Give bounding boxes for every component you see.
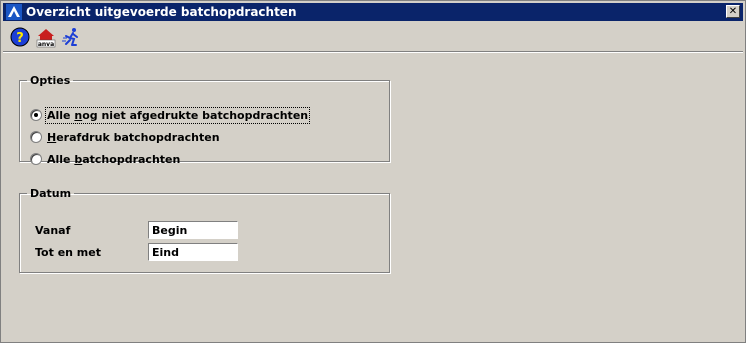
anva-button[interactable]: anva [35, 26, 57, 48]
vanaf-label: Vanaf [35, 224, 71, 237]
datum-legend: Datum [30, 187, 72, 200]
option-not-printed-label: Alle nog niet afgedrukte batchopdrachten [44, 106, 311, 124]
anva-icon: anva [36, 29, 56, 48]
help-icon-label: ? [16, 31, 24, 46]
help-button[interactable]: ? [9, 26, 31, 48]
tot-en-met-input[interactable] [148, 243, 238, 261]
radio-reprint[interactable] [30, 131, 42, 143]
close-button[interactable]: ✕ [726, 5, 740, 18]
app-logo-icon [6, 4, 22, 20]
opties-group: Opties Alle nog niet afgedrukte batchopd… [19, 74, 390, 166]
option-all[interactable]: Alle batchopdrachten [30, 150, 180, 168]
anva-icon-label: anva [38, 41, 54, 48]
option-all-label: Alle batchopdrachten [47, 152, 181, 166]
option-reprint[interactable]: Herafdruk batchopdrachten [30, 128, 220, 146]
option-not-printed[interactable]: Alle nog niet afgedrukte batchopdrachten [30, 106, 311, 124]
radio-all[interactable] [30, 153, 42, 165]
close-icon: ✕ [728, 5, 738, 17]
tot-en-met-label: Tot en met [35, 246, 101, 259]
title-bar[interactable]: Overzicht uitgevoerde batchopdrachten ✕ [3, 3, 743, 21]
toolbar-separator [3, 51, 743, 53]
radio-not-printed[interactable] [30, 109, 42, 121]
batch-overview-window: Overzicht uitgevoerde batchopdrachten ✕ … [0, 0, 746, 343]
run-button[interactable] [61, 26, 83, 48]
help-icon: ? [10, 27, 30, 47]
run-icon [62, 28, 78, 46]
option-reprint-label: Herafdruk batchopdrachten [47, 130, 220, 144]
window-title: Overzicht uitgevoerde batchopdrachten [26, 5, 297, 19]
vanaf-input[interactable] [148, 221, 238, 239]
datum-group: Datum Vanaf Tot en met [19, 187, 390, 273]
opties-legend: Opties [30, 74, 71, 87]
